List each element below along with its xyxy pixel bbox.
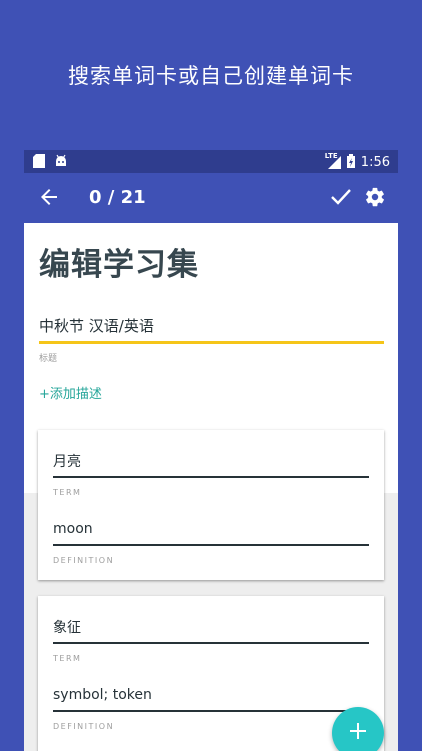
back-arrow-icon[interactable] [38, 186, 60, 212]
app-toolbar: 0 / 21 [24, 173, 398, 223]
term-input[interactable] [53, 446, 369, 478]
definition-label: DEFINITION [53, 556, 115, 565]
status-bar: LTE 1:56 [24, 150, 398, 173]
settings-gear-icon[interactable] [364, 186, 386, 212]
definition-label: DEFINITION [53, 722, 115, 731]
add-card-button[interactable] [332, 707, 384, 751]
android-icon [54, 154, 66, 168]
definition-input[interactable] [53, 680, 369, 712]
flashcard-1: TERM DEFINITION [38, 430, 384, 580]
battery-charging-icon [346, 154, 355, 171]
term-input[interactable] [53, 612, 369, 644]
page-title: 编辑学习集 [39, 247, 199, 283]
signal-icon: LTE [325, 152, 341, 169]
definition-input[interactable] [53, 514, 369, 546]
sd-card-icon [33, 154, 45, 168]
set-title-input[interactable] [39, 309, 384, 344]
add-description-link[interactable]: +添加描述 [39, 383, 102, 402]
promo-caption: 搜索单词卡或自己创建单词卡 [68, 64, 354, 88]
plus-icon [349, 722, 367, 744]
card-counter: 0 / 21 [89, 187, 146, 208]
clock: 1:56 [360, 155, 390, 170]
term-label: TERM [53, 488, 82, 497]
term-label: TERM [53, 654, 82, 663]
phone-screen: LTE 1:56 0 / 21 编辑学习集 标题 +添加描述 TERM [24, 150, 398, 751]
set-title-label: 标题 [39, 354, 58, 364]
network-type: LTE [324, 152, 338, 160]
save-check-icon[interactable] [330, 187, 352, 211]
edit-set-content: 编辑学习集 标题 +添加描述 TERM DEFINITION TERM DEFI… [24, 223, 398, 751]
